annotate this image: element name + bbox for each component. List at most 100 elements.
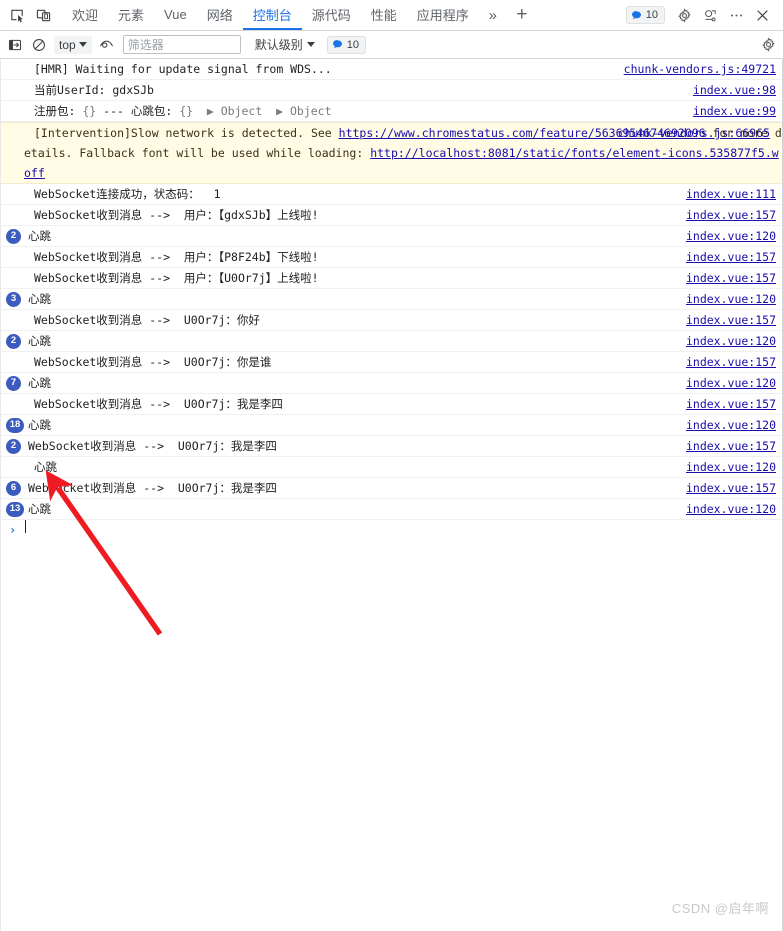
console-source-link[interactable]: index.vue:157 (686, 205, 782, 225)
console-row[interactable]: WebSocket收到消息 --> 用户：【P8F24b】下线啦! index.v… (1, 247, 782, 268)
console-row[interactable]: 2 心跳 index.vue:120 (1, 226, 782, 247)
console-toolbar-right (756, 33, 780, 57)
issues-count-badge[interactable]: 10 (326, 35, 366, 54)
console-source-link[interactable]: index.vue:98 (693, 80, 782, 100)
console-row[interactable]: 6 WebSocket收到消息 --> U0Or7j：我是李四 index.vue:… (1, 478, 782, 499)
console-row[interactable]: WebSocket连接成功，状态码： 1 index.vue:111 (1, 184, 782, 205)
console-source-link[interactable]: index.vue:120 (686, 499, 782, 519)
tab-label: Vue (164, 6, 187, 22)
log-level-selector[interactable]: 默认级别 (255, 36, 315, 53)
console-row[interactable]: 2 心跳 index.vue:120 (1, 331, 782, 352)
console-row[interactable]: WebSocket收到消息 --> 用户：【gdxSJb】上线啦! index.v… (1, 205, 782, 226)
console-message-segment: 心跳 (28, 418, 51, 432)
console-source-link[interactable]: index.vue:157 (686, 478, 782, 498)
console-row[interactable]: 注册包: {} --- 心跳包: {} ▶ Object ▶ Object ind… (1, 101, 782, 122)
console-source-link[interactable]: index.vue:157 (686, 247, 782, 267)
console-message-segment: 注册包: (34, 104, 83, 118)
live-expression-eye-icon[interactable] (95, 33, 119, 57)
more-options-icon[interactable] (723, 2, 749, 28)
console-row[interactable]: WebSocket收到消息 --> U0Or7j：我是李四 index.vue:1… (1, 394, 782, 415)
console-empty-object: {} (179, 104, 194, 118)
tab-network[interactable]: 网络 (197, 0, 243, 30)
console-row[interactable]: 心跳 index.vue:120 (1, 457, 782, 478)
repeat-count-badge: 7 (6, 375, 21, 391)
console-source-link[interactable]: index.vue:120 (686, 457, 782, 477)
console-rows: [HMR] Waiting for update signal from WDS… (1, 59, 782, 520)
console-empty-object: {} (82, 104, 97, 118)
console-source-link[interactable]: index.vue:120 (686, 373, 782, 393)
tab-sources[interactable]: 源代码 (302, 0, 361, 30)
tab-application[interactable]: 应用程序 (407, 0, 479, 30)
device-toolbar-icon[interactable] (30, 2, 56, 28)
console-message-text: WebSocket收到消息 --> 用户：【gdxSJb】上线啦! (24, 208, 319, 222)
clear-console-icon[interactable] (27, 33, 51, 57)
console-message-segment: 当前UserId: gdxSJb (34, 83, 154, 97)
console-message-body: WebSocket收到消息 --> U0Or7j：我是李四 (24, 436, 686, 456)
tab-list: 欢迎 元素 Vue 网络 控制台 源代码 性能 应用程序 » + (62, 0, 537, 30)
console-message-segment: WebSocket收到消息 --> 用户：【U0Or7j】上线啦! (34, 271, 319, 285)
speech-bubble-icon (631, 10, 641, 19)
console-row[interactable]: 13 心跳 index.vue:120 (1, 499, 782, 520)
console-row-gutter: 2 (4, 436, 24, 456)
console-source-link[interactable]: index.vue:120 (686, 331, 782, 351)
console-message-list[interactable]: [HMR] Waiting for update signal from WDS… (0, 59, 783, 931)
console-source-link[interactable]: index.vue:157 (686, 352, 782, 372)
execution-context-selector[interactable]: top (54, 35, 92, 54)
console-row-gutter (4, 352, 24, 372)
customize-devtools-icon[interactable] (697, 2, 723, 28)
close-devtools-icon[interactable] (749, 2, 775, 28)
console-message-body: [HMR] Waiting for update signal from WDS… (24, 59, 624, 79)
console-message-text: WebSocket收到消息 --> U0Or7j：我是李四 (24, 439, 277, 453)
add-tab-label: + (516, 4, 528, 25)
console-row[interactable]: [HMR] Waiting for update signal from WDS… (1, 59, 782, 80)
console-message-text: WebSocket收到消息 --> U0Or7j：我是李四 (24, 397, 283, 411)
tab-label: 网络 (206, 7, 233, 23)
tab-performance[interactable]: 性能 (361, 0, 407, 30)
log-level-value: 默认级别 (254, 38, 303, 52)
tab-elements[interactable]: 元素 (108, 0, 154, 30)
console-source-link[interactable]: index.vue:157 (686, 310, 782, 330)
inspect-element-icon[interactable] (4, 2, 30, 28)
console-source-link[interactable]: index.vue:111 (686, 184, 782, 204)
console-source-link[interactable]: index.vue:157 (686, 268, 782, 288)
console-message-text: 心跳 (24, 418, 51, 432)
tab-vue[interactable]: Vue (154, 0, 197, 30)
console-settings-gear-icon[interactable] (756, 33, 780, 57)
tab-welcome[interactable]: 欢迎 (62, 0, 108, 30)
console-row[interactable]: WebSocket收到消息 --> U0Or7j：你是谁 index.vue:15… (1, 352, 782, 373)
message-count-badge[interactable]: 10 (625, 6, 665, 24)
console-row[interactable]: 7 心跳 index.vue:120 (1, 373, 782, 394)
console-row[interactable]: 当前UserId: gdxSJb index.vue:98 (1, 80, 782, 101)
console-source-link[interactable]: index.vue:120 (686, 415, 782, 435)
console-message-body: 心跳 (24, 331, 686, 351)
prompt-text-caret[interactable] (25, 520, 27, 533)
console-message-text: 心跳 (24, 229, 51, 243)
console-source-link[interactable]: index.vue:157 (686, 436, 782, 456)
console-row[interactable]: [Intervention]Slow network is detected. … (1, 122, 782, 184)
console-message-segment: WebSocket收到消息 --> U0Or7j：我是李四 (34, 397, 283, 411)
console-source-link[interactable]: chunk-vendors.js:66965 (618, 123, 776, 143)
console-row-gutter (4, 310, 24, 330)
console-row[interactable]: 3 心跳 index.vue:120 (1, 289, 782, 310)
settings-gear-icon[interactable] (671, 2, 697, 28)
add-tab-plus-icon[interactable]: + (507, 0, 537, 30)
console-source-link[interactable]: index.vue:99 (693, 101, 782, 121)
console-source-link[interactable]: index.vue:120 (686, 289, 782, 309)
console-source-link[interactable]: index.vue:120 (686, 226, 782, 246)
console-message-text: [HMR] Waiting for update signal from WDS… (24, 62, 332, 76)
console-row[interactable]: 18 心跳 index.vue:120 (1, 415, 782, 436)
console-prompt-row[interactable]: › (1, 520, 782, 542)
console-filter-input[interactable] (122, 35, 241, 54)
console-source-link[interactable]: index.vue:157 (686, 394, 782, 414)
console-sidebar-icon[interactable] (3, 33, 27, 57)
more-tabs-chevron-icon[interactable]: » (479, 0, 507, 30)
console-row[interactable]: WebSocket收到消息 --> 用户：【U0Or7j】上线啦! index.v… (1, 268, 782, 289)
repeat-count-badge: 18 (6, 417, 24, 433)
console-source-link[interactable]: chunk-vendors.js:49721 (624, 59, 782, 79)
tab-console[interactable]: 控制台 (242, 0, 302, 30)
console-message-segment: WebSocket收到消息 --> U0Or7j：我是李四 (28, 439, 277, 453)
console-message-text: WebSocket连接成功，状态码： 1 (24, 187, 221, 201)
console-row[interactable]: 2 WebSocket收到消息 --> U0Or7j：我是李四 index.vue:… (1, 436, 782, 457)
console-row-gutter: 2 (4, 331, 24, 351)
console-row[interactable]: WebSocket收到消息 --> U0Or7j：你好 index.vue:157 (1, 310, 782, 331)
